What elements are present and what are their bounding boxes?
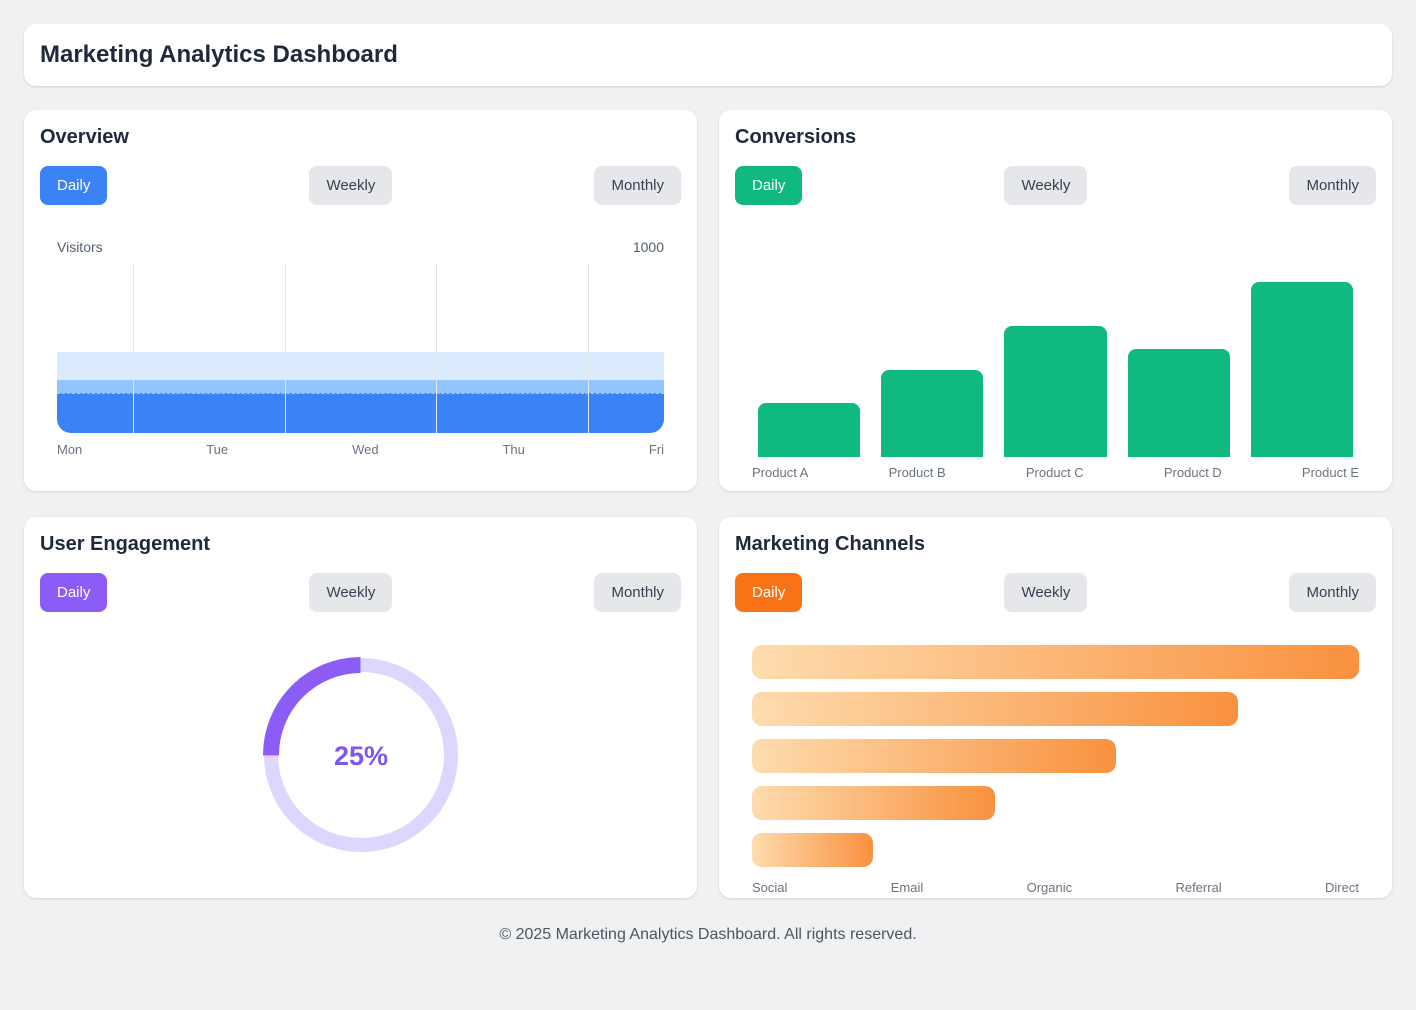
gridline	[436, 263, 437, 433]
bar-direct	[752, 833, 873, 867]
conversions-monthly-button[interactable]: Monthly	[1289, 166, 1376, 205]
overview-chart-header: Visitors 1000	[57, 239, 664, 255]
bar-product-c	[1004, 326, 1106, 457]
overview-chart: Visitors 1000 Mon Tue Wed Thu Fri	[57, 239, 664, 457]
overview-daily-button[interactable]: Daily	[40, 166, 107, 205]
overview-title: Overview	[40, 126, 681, 149]
conversions-range-buttons: Daily Weekly Monthly	[735, 166, 1376, 205]
bar-product-b	[881, 370, 983, 458]
footer-text: © 2025 Marketing Analytics Dashboard. Al…	[24, 926, 1392, 944]
page-title: Marketing Analytics Dashboard	[40, 41, 1376, 69]
bar-organic	[752, 739, 1116, 773]
channels-panel: Marketing Channels Daily Weekly Monthly …	[719, 517, 1392, 898]
overview-plot	[57, 263, 664, 433]
axis-label: Organic	[1027, 880, 1073, 895]
engagement-range-buttons: Daily Weekly Monthly	[40, 573, 681, 612]
engagement-value: 25%	[333, 741, 387, 771]
conversions-x-labels: Product A Product B Product C Product D Prod…	[752, 465, 1359, 480]
axis-label: Email	[891, 880, 924, 895]
bar-referral	[752, 786, 995, 820]
engagement-daily-button[interactable]: Daily	[40, 573, 107, 612]
bar-social	[752, 645, 1359, 679]
channels-monthly-button[interactable]: Monthly	[1289, 573, 1376, 612]
conversions-bars	[758, 282, 1353, 457]
overview-y-max-label: 1000	[633, 239, 664, 255]
engagement-title: User Engagement	[40, 533, 681, 556]
gridline	[588, 263, 589, 433]
bar-product-a	[758, 403, 860, 457]
overview-range-buttons: Daily Weekly Monthly	[40, 166, 681, 205]
band-dark	[57, 393, 664, 433]
axis-label: Mon	[57, 442, 82, 457]
panel-grid: Overview Daily Weekly Monthly Visitors 1…	[24, 110, 1392, 898]
overview-monthly-button[interactable]: Monthly	[594, 166, 681, 205]
bar-product-d	[1128, 349, 1230, 458]
axis-label: Product E	[1302, 465, 1359, 480]
dashboard-page: Marketing Analytics Dashboard Overview D…	[0, 0, 1416, 944]
conversions-title: Conversions	[735, 126, 1376, 149]
axis-label: Product A	[752, 465, 808, 480]
axis-label: Product D	[1164, 465, 1222, 480]
header-card: Marketing Analytics Dashboard	[24, 24, 1392, 86]
axis-label: Thu	[502, 442, 524, 457]
channels-daily-button[interactable]: Daily	[735, 573, 802, 612]
overview-weekly-button[interactable]: Weekly	[309, 166, 392, 205]
bar-product-e	[1251, 282, 1353, 457]
gridline	[133, 263, 134, 433]
overview-x-labels: Mon Tue Wed Thu Fri	[57, 442, 664, 457]
channels-bars	[752, 645, 1359, 867]
conversions-daily-button[interactable]: Daily	[735, 166, 802, 205]
overview-panel: Overview Daily Weekly Monthly Visitors 1…	[24, 110, 697, 491]
conversions-panel: Conversions Daily Weekly Monthly Product…	[719, 110, 1392, 491]
axis-label: Fri	[649, 442, 664, 457]
channels-x-labels: Social Email Organic Referral Direct	[752, 880, 1359, 895]
conversions-weekly-button[interactable]: Weekly	[1004, 166, 1087, 205]
engagement-panel: User Engagement Daily Weekly Monthly 25%	[24, 517, 697, 898]
engagement-weekly-button[interactable]: Weekly	[309, 573, 392, 612]
donut-chart: 25%	[261, 655, 461, 855]
channels-range-buttons: Daily Weekly Monthly	[735, 573, 1376, 612]
axis-label: Tue	[206, 442, 228, 457]
axis-label: Referral	[1175, 880, 1221, 895]
gridline	[285, 263, 286, 433]
axis-label: Direct	[1325, 880, 1359, 895]
engagement-donut: 25%	[40, 655, 681, 855]
axis-label: Product C	[1026, 465, 1084, 480]
axis-label: Wed	[352, 442, 379, 457]
axis-label: Social	[752, 880, 787, 895]
engagement-monthly-button[interactable]: Monthly	[594, 573, 681, 612]
channels-weekly-button[interactable]: Weekly	[1004, 573, 1087, 612]
bar-email	[752, 692, 1238, 726]
channels-title: Marketing Channels	[735, 533, 1376, 556]
axis-label: Product B	[889, 465, 946, 480]
overview-y-axis-label: Visitors	[57, 239, 103, 255]
